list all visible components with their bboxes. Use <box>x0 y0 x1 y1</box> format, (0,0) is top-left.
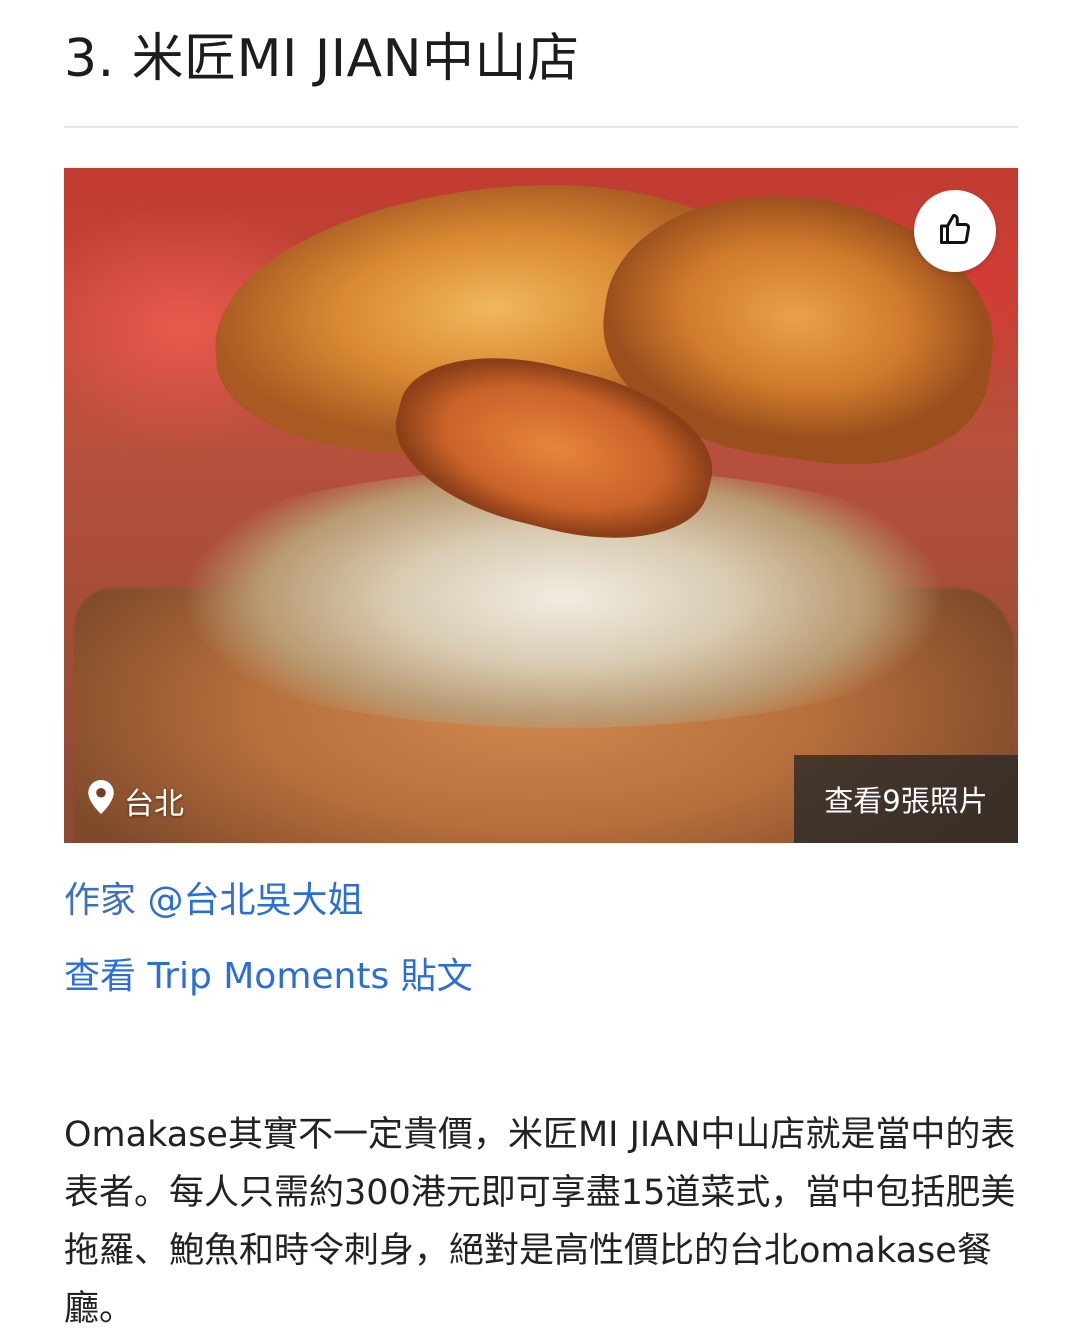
thumbs-up-icon <box>937 211 973 251</box>
location-label: 台北 <box>124 787 184 822</box>
author-line: 作家 @台北吳大姐 <box>64 876 363 926</box>
divider <box>64 126 1018 128</box>
view-photos-button[interactable]: 查看9張照片 <box>794 755 1018 843</box>
page-title: 3. 米匠MI JIAN中山店 <box>64 29 580 89</box>
hero-image[interactable]: 台北 查看9張照片 <box>64 168 1018 843</box>
author-prefix: 作家 <box>64 880 137 921</box>
like-button[interactable] <box>914 190 996 272</box>
location-tag: 台北 <box>88 779 184 823</box>
author-handle-link[interactable]: @台北吳大姐 <box>147 880 363 921</box>
map-pin-icon <box>88 780 114 822</box>
trip-moments-link[interactable]: 查看 Trip Moments 貼文 <box>64 952 473 1002</box>
description-paragraph: Omakase其實不一定貴價，米匠MI JIAN中山店就是當中的表表者。每人只需… <box>64 1115 1016 1329</box>
